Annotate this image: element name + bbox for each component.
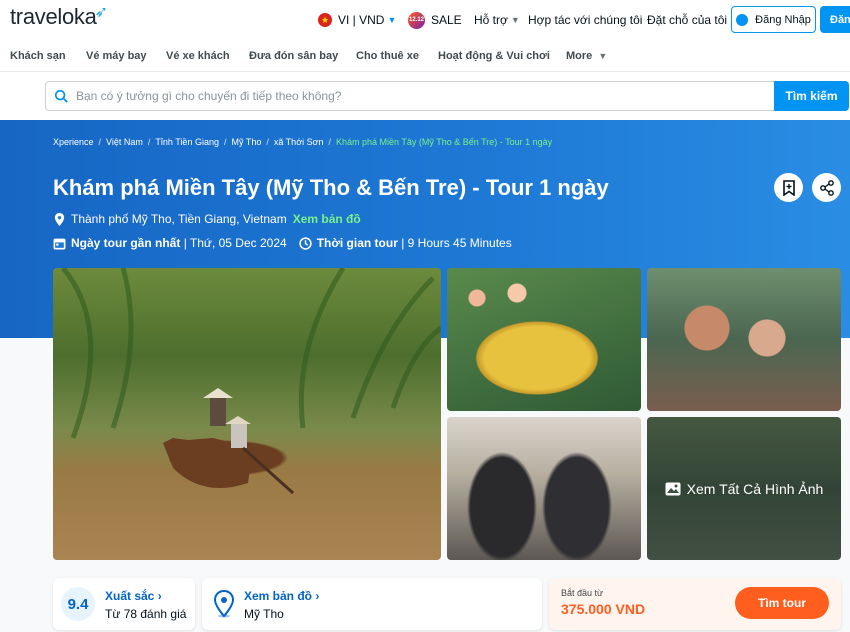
- login-button[interactable]: Đăng Nhập: [731, 6, 816, 33]
- bookmark-icon: [782, 179, 795, 196]
- map-card-city: Mỹ Tho: [244, 607, 284, 621]
- location-text: Thành phố Mỹ Tho, Tiền Giang, Vietnam: [71, 212, 287, 226]
- map-card-label: Xem bản đồ ›: [244, 589, 320, 603]
- gallery-main-photo[interactable]: [53, 268, 441, 560]
- nav-bus-tickets[interactable]: Vé xe khách: [166, 50, 230, 62]
- nearest-date-label: Ngày tour gần nhất: [71, 236, 181, 250]
- breadcrumb-item[interactable]: Việt Nam: [106, 137, 143, 147]
- my-bookings-link[interactable]: Đặt chỗ của tôi: [647, 0, 727, 40]
- vietnam-flag-icon: ★: [318, 13, 332, 27]
- search-row: Tìm kiếm: [0, 72, 850, 120]
- location-pin-icon: [54, 212, 65, 226]
- gallery-photo-van[interactable]: [447, 417, 641, 560]
- register-button[interactable]: Đăng: [820, 6, 850, 33]
- image-icon: [665, 482, 681, 495]
- nav-car-rental[interactable]: Cho thuê xe: [356, 50, 419, 62]
- calendar-icon: [53, 238, 66, 249]
- sale-label: SALE: [431, 13, 462, 27]
- search-button[interactable]: Tìm kiếm: [774, 81, 849, 111]
- rating-card[interactable]: 9.4 Xuất sắc › Từ 78 đánh giá: [53, 578, 195, 630]
- breadcrumb-current: Khám phá Miền Tây (Mỹ Tho & Bến Tre) - T…: [336, 137, 553, 147]
- rating-label: Xuất sắc ›: [105, 589, 162, 603]
- breadcrumb: Xperience / Việt Nam / Tỉnh Tiền Giang / Mỹ…: [53, 137, 553, 147]
- top-header: traveloka➶ ★ VI | VND ▼ 12.12 SALE Hỗ tr…: [0, 0, 850, 40]
- price-value: 375.000 VND: [561, 601, 646, 617]
- chevron-down-icon: ▼: [510, 15, 520, 25]
- bird-icon: ➶: [94, 4, 108, 21]
- user-icon: [736, 13, 749, 26]
- chevron-right-icon: ›: [157, 589, 162, 603]
- chevron-down-icon: ▼: [387, 15, 397, 25]
- sale-link[interactable]: 12.12 SALE: [408, 0, 462, 40]
- sale-badge-icon: 12.12: [408, 11, 425, 29]
- partner-link[interactable]: Hợp tác với chúng tôi: [528, 0, 642, 40]
- breadcrumb-item[interactable]: Mỹ Tho: [231, 137, 261, 147]
- traveloka-logo[interactable]: traveloka➶: [10, 4, 110, 30]
- view-all-photos-button[interactable]: Xem Tất Cả Hình Ảnh: [647, 417, 841, 560]
- chevron-right-icon: ›: [315, 589, 320, 603]
- nav-activities[interactable]: Hoạt động & Vui chơi: [438, 50, 550, 62]
- support-label: Hỗ trợ: [474, 13, 508, 27]
- breadcrumb-item[interactable]: Xperience: [53, 137, 94, 147]
- map-card[interactable]: Xem bản đồ › Mỹ Tho: [202, 578, 542, 630]
- nav-flights[interactable]: Vé máy bay: [86, 50, 147, 62]
- chevron-down-icon: ▼: [598, 51, 608, 61]
- page-title: Khám phá Miền Tây (Mỹ Tho & Bến Tre) - T…: [53, 175, 609, 200]
- support-menu[interactable]: Hỗ trợ ▼: [474, 0, 520, 40]
- bookmark-button[interactable]: [774, 173, 803, 202]
- view-all-photos-label: Xem Tất Cả Hình Ảnh: [686, 480, 824, 497]
- nav-airport-transfer[interactable]: Đưa đón sân bay: [249, 50, 338, 62]
- view-map-link[interactable]: Xem bản đồ: [293, 212, 361, 226]
- nav-hotels[interactable]: Khách sạn: [10, 50, 66, 62]
- breadcrumb-item[interactable]: xã Thới Sơn: [274, 137, 324, 147]
- gallery-photo-food[interactable]: [447, 268, 641, 411]
- share-button[interactable]: [812, 173, 841, 202]
- breadcrumb-item[interactable]: Tỉnh Tiền Giang: [155, 137, 219, 147]
- review-count: Từ 78 đánh giá: [105, 607, 187, 621]
- category-nav: Khách sạn Vé máy bay Vé xe khách Đưa đón…: [0, 40, 850, 72]
- clock-icon: [299, 236, 312, 250]
- language-currency-selector[interactable]: ★ VI | VND ▼: [318, 0, 396, 40]
- duration-value: | 9 Hours 45 Minutes: [401, 236, 512, 250]
- share-icon: [819, 179, 834, 196]
- rating-score: 9.4: [61, 587, 95, 621]
- map-pin-icon: [213, 590, 235, 618]
- find-tour-button[interactable]: Tìm tour: [735, 587, 829, 619]
- nearest-date-value: | Thứ, 05 Dec 2024: [183, 236, 287, 250]
- lang-currency-label: VI | VND: [338, 13, 385, 27]
- search-icon: [54, 89, 68, 103]
- gallery-photo-group[interactable]: [647, 268, 841, 411]
- search-box: [45, 81, 775, 111]
- search-input[interactable]: [76, 89, 756, 103]
- tour-info-line: Ngày tour gần nhất | Thứ, 05 Dec 2024 Th…: [53, 236, 512, 250]
- starting-from-label: Bắt đầu từ: [561, 588, 604, 598]
- price-card: Bắt đầu từ 375.000 VND Tìm tour: [549, 578, 841, 630]
- nav-more[interactable]: More ▼: [566, 50, 607, 62]
- location-line: Thành phố Mỹ Tho, Tiền Giang, Vietnam Xe…: [53, 212, 361, 226]
- boat-river-image: [61, 268, 441, 495]
- duration-label: Thời gian tour: [316, 236, 398, 250]
